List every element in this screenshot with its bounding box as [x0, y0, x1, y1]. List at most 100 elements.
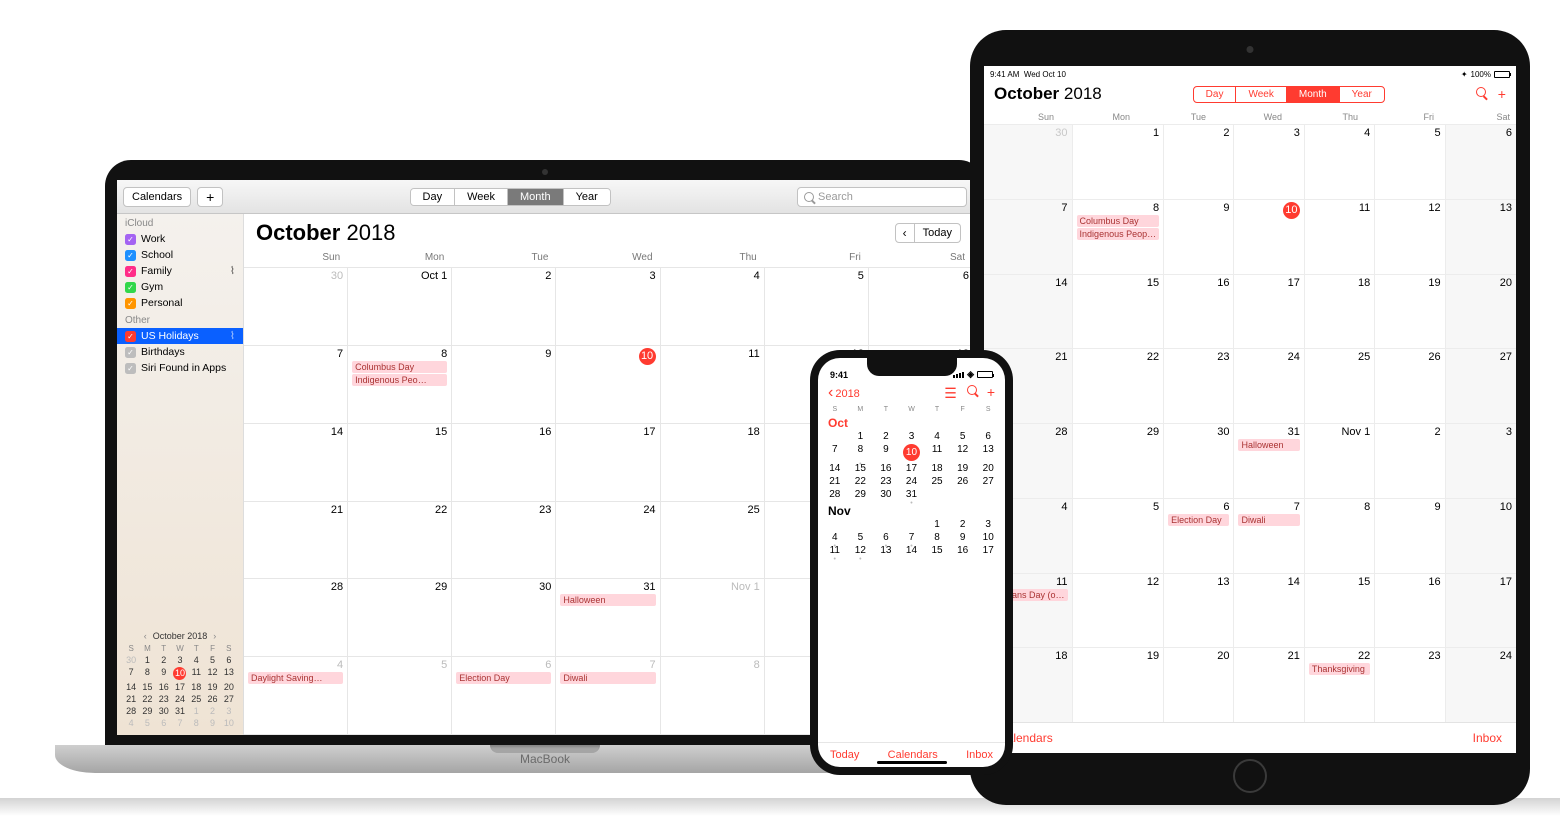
day-cell[interactable]: 10 [1446, 498, 1516, 573]
calendars-button[interactable]: Calendars [888, 749, 938, 761]
mini-day[interactable]: 9 [156, 666, 172, 681]
day-cell[interactable]: 19 [1375, 274, 1445, 349]
mini-prev-icon[interactable]: ‹ [144, 631, 147, 641]
day-cell[interactable]: 6 [869, 268, 973, 346]
day-cell[interactable]: 21 [1234, 647, 1304, 722]
day-cell[interactable]: 26 [1375, 348, 1445, 423]
day-cell[interactable]: 1 [924, 519, 950, 530]
search-icon[interactable] [967, 385, 977, 395]
mini-day[interactable]: 6 [156, 717, 172, 729]
calendar-checkbox[interactable]: ✓ [125, 298, 136, 309]
day-cell[interactable]: 17 [1234, 274, 1304, 349]
day-cell[interactable]: 4 [822, 532, 848, 543]
sidebar-calendar-item[interactable]: ✓Personal [117, 295, 243, 311]
day-cell[interactable]: 9 [452, 346, 556, 424]
day-cell[interactable]: 7 [822, 444, 848, 461]
back-button[interactable]: ‹ [895, 223, 915, 243]
inbox-button[interactable]: Inbox [1473, 731, 1502, 745]
day-cell[interactable]: 3 [556, 268, 660, 346]
mini-day[interactable]: 27 [221, 693, 237, 705]
sidebar-calendar-item[interactable]: ✓Siri Found in Apps [117, 360, 243, 376]
day-cell[interactable]: 24 [899, 476, 925, 487]
day-cell[interactable]: 6 [873, 532, 899, 543]
sidebar-calendar-item[interactable]: ✓Work [117, 231, 243, 247]
day-cell[interactable]: 5 [1073, 498, 1165, 573]
sidebar-calendar-item[interactable]: ✓Birthdays [117, 344, 243, 360]
day-cell[interactable] [924, 489, 950, 500]
mini-day[interactable]: 20 [221, 681, 237, 693]
mini-day[interactable]: 21 [123, 693, 139, 705]
day-cell[interactable]: 7 [984, 199, 1073, 274]
day-cell[interactable]: 17 [975, 545, 1001, 556]
day-cell[interactable] [950, 489, 976, 500]
day-cell[interactable]: 17 [556, 424, 660, 502]
day-cell[interactable]: 5 [765, 268, 869, 346]
day-cell[interactable]: 25 [1305, 348, 1375, 423]
day-cell[interactable]: 29 [348, 579, 452, 657]
day-cell[interactable]: 22 [348, 502, 452, 580]
day-cell[interactable]: 4 [1305, 124, 1375, 199]
day-cell[interactable]: 10 [556, 346, 660, 424]
day-cell[interactable]: 17 [1446, 573, 1516, 648]
sidebar-calendar-item[interactable]: ✓School [117, 247, 243, 263]
mini-day[interactable]: 30 [156, 705, 172, 717]
day-cell[interactable]: 12 [1375, 199, 1445, 274]
day-cell[interactable]: 10 [975, 532, 1001, 543]
day-cell[interactable]: 19 [1073, 647, 1165, 722]
day-cell[interactable]: 18 [1305, 274, 1375, 349]
event-pill[interactable]: Diwali [560, 672, 655, 684]
day-cell[interactable]: 26 [950, 476, 976, 487]
day-cell[interactable]: 8Columbus DayIndigenous Peo… [348, 346, 452, 424]
day-cell[interactable]: 14 [1234, 573, 1304, 648]
today-button[interactable]: Today [915, 223, 961, 243]
day-cell[interactable]: 5 [950, 431, 976, 442]
day-cell[interactable]: 18 [924, 463, 950, 474]
calendars-button[interactable]: Calendars [123, 187, 191, 207]
day-cell[interactable]: 20 [1164, 647, 1234, 722]
day-cell[interactable]: 24 [1446, 647, 1516, 722]
view-segmented-control[interactable]: DayWeekMonthYear [410, 188, 611, 206]
mini-day[interactable]: 18 [188, 681, 204, 693]
day-cell[interactable]: 6Election Day [1164, 498, 1234, 573]
view-year[interactable]: Year [1340, 87, 1384, 102]
day-cell[interactable]: 9 [950, 532, 976, 543]
day-cell[interactable]: 4 [924, 431, 950, 442]
day-cell[interactable]: 16 [1375, 573, 1445, 648]
mini-day[interactable]: 10 [221, 717, 237, 729]
day-cell[interactable]: 8 [1305, 498, 1375, 573]
mini-day[interactable]: 3 [172, 654, 188, 666]
mini-day[interactable]: 6 [221, 654, 237, 666]
day-cell[interactable]: 5 [1375, 124, 1445, 199]
mini-day[interactable]: 22 [139, 693, 155, 705]
day-cell[interactable]: 23 [1164, 348, 1234, 423]
day-cell[interactable]: 19 [950, 463, 976, 474]
day-cell[interactable]: 18 [661, 424, 765, 502]
day-cell[interactable] [848, 519, 874, 530]
day-cell[interactable]: 29 [848, 489, 874, 500]
event-pill[interactable]: Election Day [456, 672, 551, 684]
day-cell[interactable]: 11 [924, 444, 950, 461]
day-cell[interactable]: 7Diwali [1234, 498, 1304, 573]
day-cell[interactable]: 1 [1073, 124, 1165, 199]
today-button[interactable]: Today [830, 749, 859, 761]
day-cell[interactable]: 29 [1073, 423, 1165, 498]
mini-next-icon[interactable]: › [213, 631, 216, 641]
day-cell[interactable]: 11 [1305, 199, 1375, 274]
day-cell[interactable]: 23 [1375, 647, 1445, 722]
day-cell[interactable]: 16 [1164, 274, 1234, 349]
calendar-checkbox[interactable]: ✓ [125, 363, 136, 374]
day-cell[interactable]: 22Thanksgiving [1305, 647, 1375, 722]
event-pill[interactable]: Halloween [560, 594, 655, 606]
day-cell[interactable]: 22 [848, 476, 874, 487]
day-cell[interactable]: 30 [1164, 423, 1234, 498]
calendar-checkbox[interactable]: ✓ [125, 331, 136, 342]
event-pill[interactable]: Columbus Day [1077, 215, 1160, 227]
day-cell[interactable]: 9 [1375, 498, 1445, 573]
day-cell[interactable]: 24 [1234, 348, 1304, 423]
day-cell[interactable]: 13 [1446, 199, 1516, 274]
mini-day[interactable]: 29 [139, 705, 155, 717]
mini-day[interactable]: 14 [123, 681, 139, 693]
day-cell[interactable]: 8 [848, 444, 874, 461]
calendar-checkbox[interactable]: ✓ [125, 347, 136, 358]
day-cell[interactable]: 11 [661, 346, 765, 424]
